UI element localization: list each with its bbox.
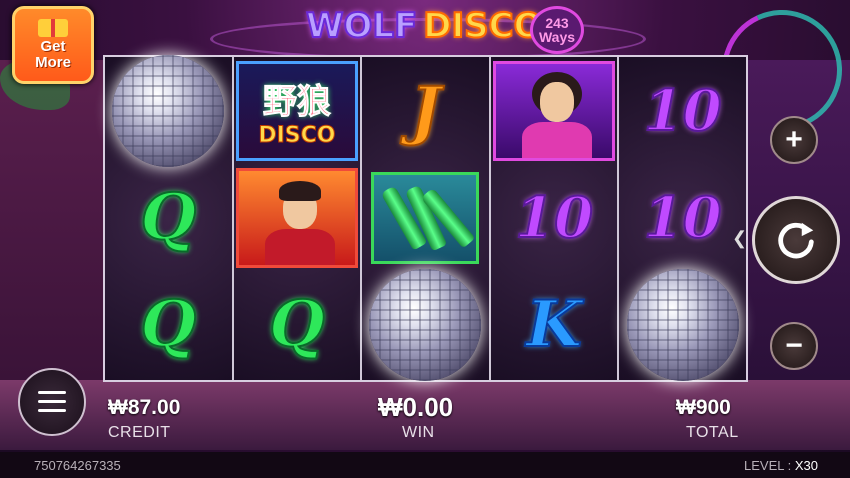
ways-label: Ways bbox=[538, 29, 576, 45]
reel-cell: Q bbox=[234, 271, 361, 378]
logo-word-disco: DISCO bbox=[422, 5, 543, 47]
ten-symbol: 10 bbox=[643, 77, 723, 144]
reel-cell bbox=[105, 54, 232, 167]
reel-cell bbox=[362, 164, 489, 271]
reel-cell bbox=[234, 164, 361, 271]
wild-en-text: DISCO bbox=[258, 122, 336, 148]
menu-button[interactable] bbox=[18, 368, 86, 436]
get-more-label-1: Get bbox=[40, 38, 66, 55]
q-symbol: Q bbox=[139, 286, 197, 362]
reel-5: 10 10 bbox=[619, 57, 746, 381]
reel-cell: Q bbox=[105, 164, 232, 271]
reel-cell: J bbox=[362, 57, 489, 164]
total-bet-value: ₩900 bbox=[676, 396, 731, 419]
logo-word-wolf: WOLF bbox=[305, 5, 418, 47]
wild-cn-text: 野狼 bbox=[262, 81, 331, 122]
refresh-icon bbox=[778, 222, 814, 259]
man-portrait-symbol bbox=[235, 167, 358, 268]
wild-symbol: 野狼 DISCO bbox=[235, 60, 358, 161]
reel-cell: K bbox=[491, 271, 618, 378]
reel-cell bbox=[491, 57, 618, 164]
ways-badge: 243 Ways bbox=[530, 6, 584, 54]
reel-cell: 10 bbox=[619, 164, 746, 271]
total-bet-label: TOTAL bbox=[686, 424, 739, 441]
reel-cell bbox=[619, 268, 746, 381]
disco-ball-symbol bbox=[626, 268, 739, 381]
disco-ball-symbol bbox=[369, 268, 482, 381]
get-more-label-2: More bbox=[35, 54, 71, 71]
reel-cell: Q bbox=[105, 271, 232, 378]
reel-2: 野狼 DISCO Q bbox=[233, 57, 363, 380]
footer-bar: 750764267335 LEVEL : X30 bbox=[0, 452, 850, 478]
ways-count: 243 bbox=[545, 15, 569, 31]
game-logo: WOLF DISCO bbox=[305, 2, 544, 50]
q-symbol: Q bbox=[139, 179, 197, 255]
credit-label: CREDIT bbox=[108, 424, 171, 441]
spin-button[interactable] bbox=[752, 196, 840, 284]
ten-symbol: 10 bbox=[643, 184, 723, 251]
increase-bet-button[interactable]: + bbox=[770, 116, 818, 164]
win-label: WIN bbox=[402, 424, 435, 441]
reel-cell: 野狼 DISCO bbox=[234, 57, 361, 164]
win-value: ₩0.00 bbox=[378, 392, 454, 422]
level-value: X30 bbox=[794, 458, 818, 473]
gift-icon bbox=[38, 19, 68, 37]
reel-3: J bbox=[362, 57, 491, 381]
ten-symbol: 10 bbox=[514, 184, 594, 251]
reel-4: 10 K bbox=[490, 57, 620, 380]
level-indicator: LEVEL : X30 bbox=[744, 458, 818, 473]
level-label: LEVEL : bbox=[744, 458, 792, 473]
credit-value: ₩87.00 bbox=[108, 396, 181, 419]
minus-icon: − bbox=[785, 329, 803, 362]
reel-cell: 10 bbox=[619, 57, 746, 164]
reel-grid: Q Q 野狼 DISCO Q J 10 K 10 10 bbox=[103, 54, 748, 382]
reel-cell: 10 bbox=[491, 164, 618, 271]
woman-portrait-symbol bbox=[493, 60, 616, 161]
plus-icon: + bbox=[785, 123, 803, 156]
hamburger-icon bbox=[38, 391, 66, 413]
reel-1: Q Q bbox=[105, 54, 234, 380]
session-id: 750764267335 bbox=[34, 458, 121, 473]
get-more-button[interactable]: Get More bbox=[12, 6, 94, 84]
reel-cell bbox=[362, 268, 489, 381]
k-symbol: K bbox=[525, 286, 583, 362]
bottles-symbol bbox=[371, 171, 480, 264]
j-symbol: J bbox=[409, 72, 441, 148]
decrease-bet-button[interactable]: − bbox=[770, 322, 818, 370]
q-symbol: Q bbox=[268, 286, 326, 362]
spin-options-chevron-icon[interactable]: ❮ bbox=[732, 228, 747, 249]
disco-ball-symbol bbox=[112, 54, 225, 167]
